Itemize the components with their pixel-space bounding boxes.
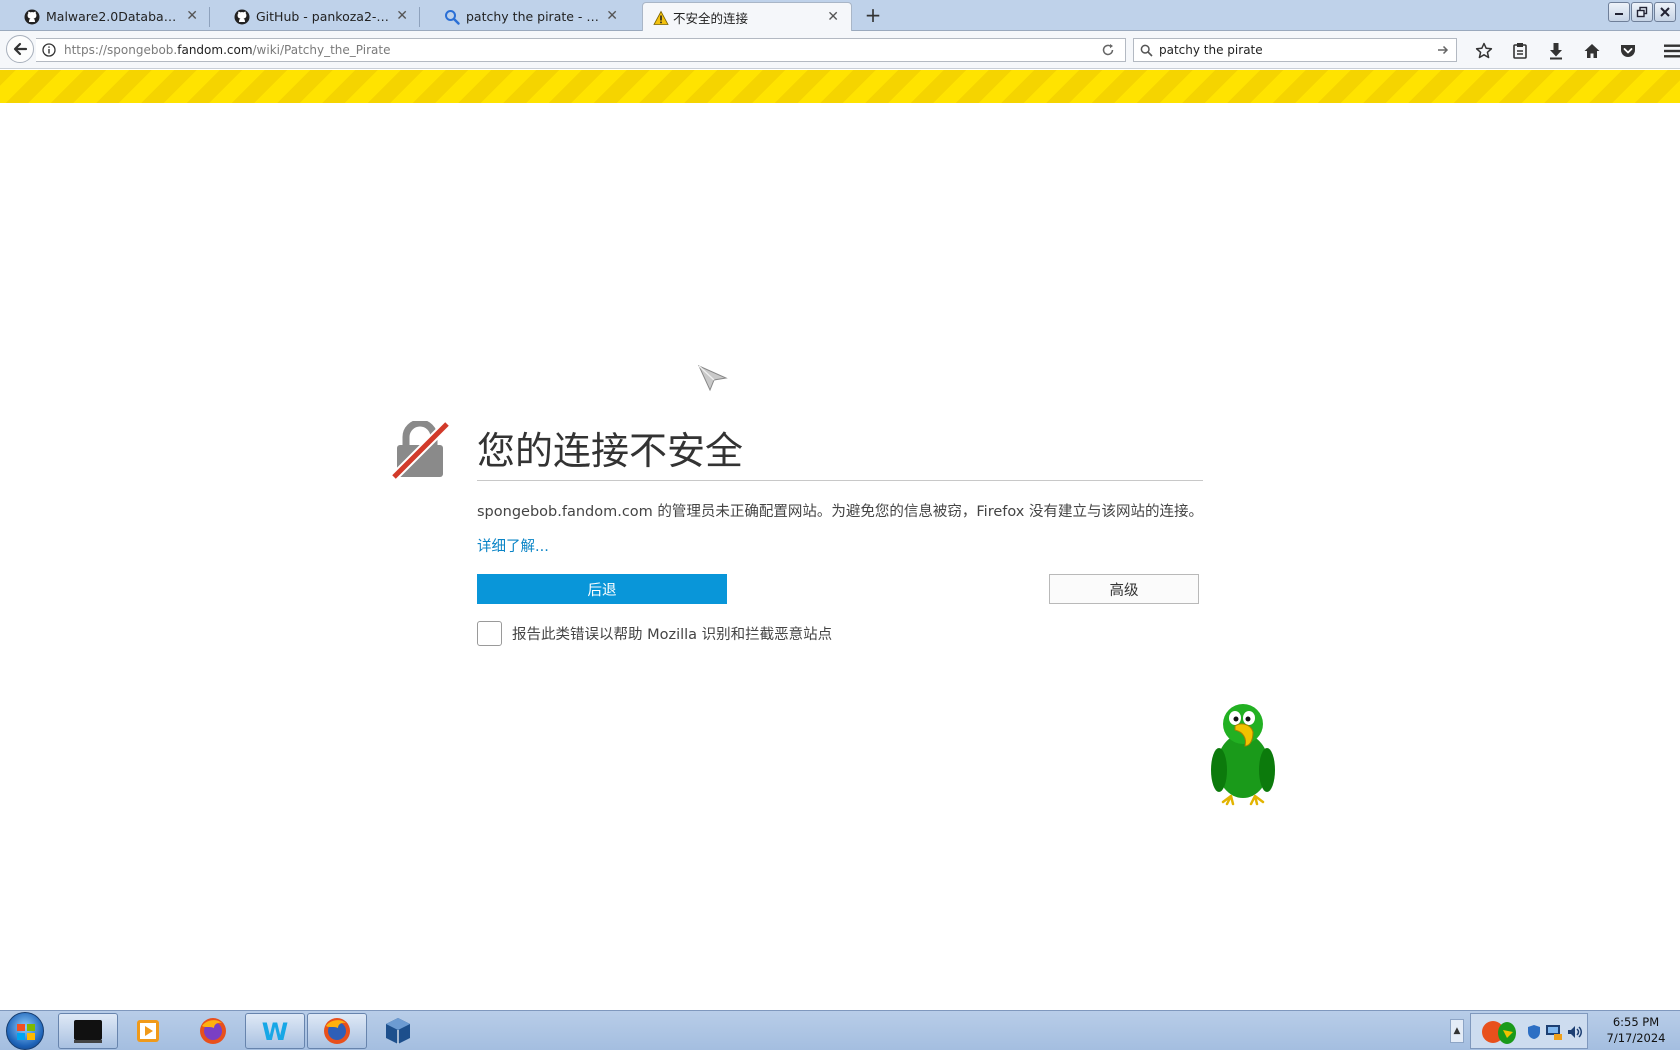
search-input[interactable]: patchy the pirate: [1159, 43, 1263, 57]
tab-close-button[interactable]: ✕: [606, 8, 618, 24]
url-host: fandom.com: [177, 43, 253, 57]
info-icon[interactable]: [42, 43, 56, 57]
home-icon: [1584, 44, 1600, 58]
broken-lock-icon: [391, 421, 449, 479]
tab-close-button[interactable]: ✕: [827, 9, 839, 25]
taskbar-app-w[interactable]: W: [245, 1013, 305, 1049]
menu-button[interactable]: [1654, 40, 1680, 62]
url-bar[interactable]: https://spongebob. fandom.com/wiki/Patchy…: [36, 38, 1126, 62]
title-divider: [477, 480, 1203, 481]
terminal-icon: [74, 1020, 102, 1043]
learn-more-link[interactable]: 详细了解...: [477, 535, 549, 556]
tab-label: 不安全的连接: [673, 11, 749, 26]
tab-strip: Malware2.0Database/leake... ✕ GitHub - p…: [0, 0, 1680, 32]
mouse-cursor-icon: [698, 365, 728, 392]
w-app-icon: W: [262, 1018, 288, 1045]
close-icon: [1660, 7, 1670, 17]
close-window-button[interactable]: [1654, 2, 1676, 22]
url-prefix: https://spongebob.: [64, 43, 178, 57]
taskbar-media-player[interactable]: [118, 1013, 178, 1049]
bookmarks-menu-button[interactable]: [1502, 40, 1538, 62]
network-tray-icon[interactable]: [1545, 1023, 1563, 1041]
tab-label: Malware2.0Database/leake...: [46, 9, 180, 24]
reload-icon[interactable]: [1101, 43, 1115, 57]
firefox-icon: [324, 1018, 350, 1044]
taskbar-clock[interactable]: 6:55 PM 7/17/2024: [1594, 1014, 1678, 1046]
github-icon: [234, 9, 250, 25]
firefox-icon: [200, 1018, 226, 1044]
media-player-icon: [137, 1020, 159, 1042]
windows-logo-icon: [17, 1024, 35, 1040]
search-icon: [1140, 44, 1153, 57]
taskbar: W ▲ 6:55 PM 7/17/2024: [0, 1010, 1680, 1050]
volume-tray-icon[interactable]: [1567, 1024, 1583, 1040]
clock-time: 6:55 PM: [1612, 1015, 1660, 1029]
show-hidden-icons-button[interactable]: ▲: [1450, 1019, 1464, 1043]
taskbar-terminal[interactable]: [58, 1013, 118, 1049]
back-button[interactable]: [6, 35, 34, 63]
restore-button[interactable]: [1631, 2, 1653, 22]
minimize-button[interactable]: [1608, 2, 1630, 22]
home-button[interactable]: [1574, 40, 1610, 62]
svg-text:W: W: [262, 1018, 288, 1045]
error-description: spongebob.fandom.com 的管理员未正确配置网站。为避免您的信息…: [477, 504, 1203, 520]
downloads-button[interactable]: [1538, 40, 1574, 62]
star-icon: [1475, 42, 1493, 59]
toolbar-icons: [1466, 40, 1680, 62]
warning-stripe: [0, 70, 1680, 103]
tab-malware-database[interactable]: Malware2.0Database/leake... ✕: [0, 2, 210, 31]
screen: Malware2.0Database/leake... ✕ GitHub - p…: [0, 0, 1680, 1050]
tab-search-results[interactable]: patchy the pirate - Recherc... ✕: [420, 2, 630, 31]
tab-label: GitHub - pankoza2-pl/Mal...: [256, 9, 390, 24]
tab-label: patchy the pirate - Recherc...: [466, 9, 600, 24]
download-icon: [1550, 43, 1562, 60]
page-title: 您的连接不安全: [477, 429, 744, 473]
report-error-label: 报告此类错误以帮助 Mozilla 识别和拦截恶意站点: [512, 627, 833, 643]
go-back-button[interactable]: 后退: [477, 574, 727, 604]
start-button[interactable]: [6, 1012, 44, 1050]
minimize-icon: [1615, 13, 1623, 15]
tab-close-button[interactable]: ✕: [186, 8, 198, 24]
tab-github-pankoza[interactable]: GitHub - pankoza2-pl/Mal... ✕: [210, 2, 420, 31]
pocket-icon: [1621, 45, 1635, 57]
warning-icon: [653, 10, 669, 25]
navigation-bar: https://spongebob. fandom.com/wiki/Patchy…: [0, 31, 1680, 69]
parrot-tray-icon[interactable]: [1477, 1018, 1523, 1046]
tab-close-button[interactable]: ✕: [396, 8, 408, 24]
search-icon: [445, 10, 460, 25]
shield-tray-icon[interactable]: [1527, 1024, 1541, 1040]
search-bar[interactable]: patchy the pirate: [1133, 38, 1457, 62]
tab-insecure-connection[interactable]: 不安全的连接 ✕: [642, 2, 852, 32]
window-controls: [1608, 2, 1676, 22]
pocket-button[interactable]: [1610, 40, 1646, 62]
clock-date: 7/17/2024: [1606, 1031, 1666, 1045]
url-path: /wiki/Patchy_the_Pirate: [252, 43, 391, 57]
new-tab-button[interactable]: +: [862, 4, 884, 26]
bookmark-star-button[interactable]: [1466, 40, 1502, 62]
taskbar-firefox-active[interactable]: [307, 1013, 367, 1049]
advanced-button[interactable]: 高级: [1049, 574, 1199, 604]
arrow-right-icon[interactable]: [1436, 43, 1450, 57]
virtualbox-icon: [386, 1018, 410, 1044]
parrot-icon: [1211, 704, 1275, 806]
clipboard-icon: [1513, 43, 1527, 59]
taskbar-virtualbox[interactable]: [368, 1013, 428, 1049]
taskbar-firefox[interactable]: [183, 1013, 243, 1049]
report-error-checkbox[interactable]: [477, 621, 502, 646]
hamburger-menu-icon: [1664, 44, 1680, 58]
system-tray: [1470, 1013, 1588, 1049]
github-icon: [24, 9, 40, 25]
restore-icon: [1636, 6, 1648, 18]
back-arrow-icon: [13, 42, 28, 56]
